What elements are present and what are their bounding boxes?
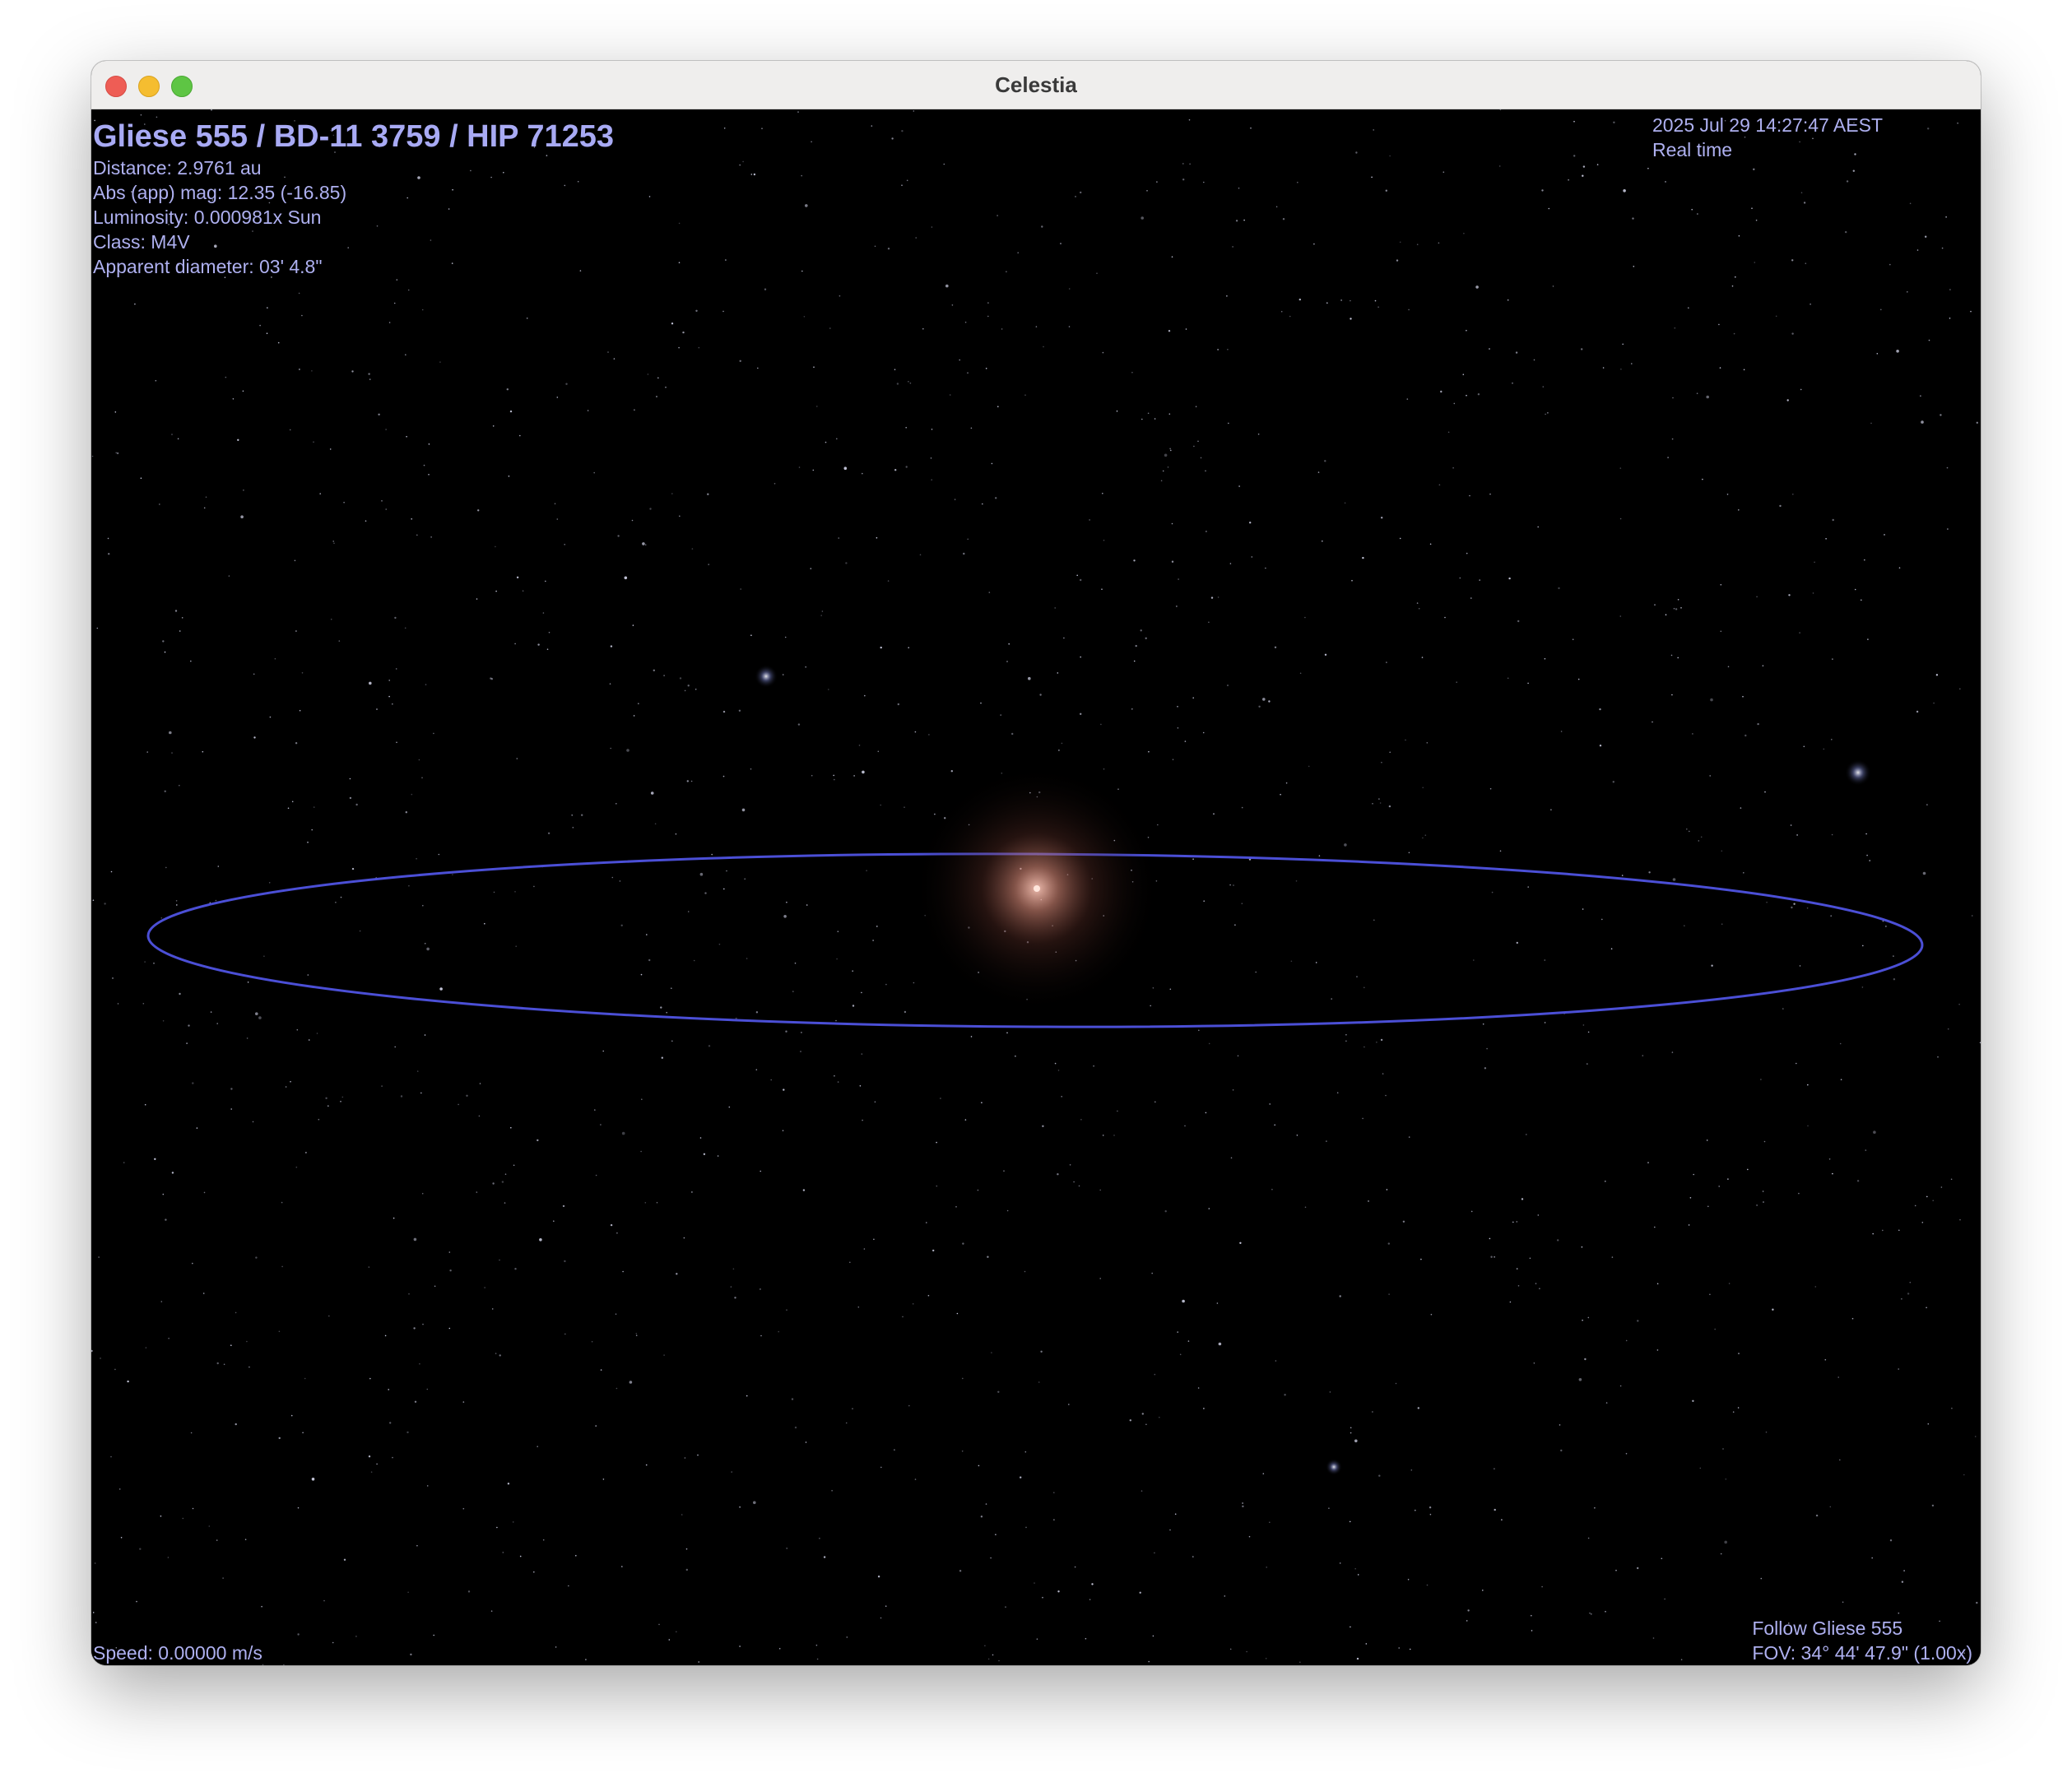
speed-readout: Speed: 0.00000 m/s — [93, 1642, 262, 1664]
star-gliese-555-core[interactable] — [1034, 885, 1040, 892]
luminosity-readout: Luminosity: 0.000981x Sun — [93, 207, 322, 228]
magnitude-readout: Abs (app) mag: 12.35 (-16.85) — [93, 182, 347, 203]
selected-object-name: Gliese 555 / BD-11 3759 / HIP 71253 — [93, 119, 615, 154]
distant-star-1 — [755, 665, 778, 688]
datetime-readout: 2025 Jul 29 14:27:47 AEST — [1652, 114, 1883, 136]
time-panel: 2025 Jul 29 14:27:47 AEST Real time — [1652, 113, 1883, 162]
follow-readout: Follow Gliese 555 — [1752, 1618, 1903, 1639]
celestia-window: Celestia Gliese 555 / BD-11 3759 / HIP 7… — [91, 61, 1981, 1665]
apparent-diameter-readout: Apparent diameter: 03' 4.8" — [93, 256, 323, 277]
distant-star-3 — [1326, 1459, 1342, 1475]
spectral-class-readout: Class: M4V — [93, 231, 190, 253]
view-status-panel: Follow Gliese 555 FOV: 34° 44' 47.9" (1.… — [1752, 1616, 1972, 1665]
title-bar[interactable]: Celestia — [91, 61, 1981, 109]
selection-info-panel: Gliese 555 / BD-11 3759 / HIP 71253 Dist… — [93, 118, 614, 279]
sky-viewport[interactable]: Gliese 555 / BD-11 3759 / HIP 71253 Dist… — [91, 109, 1981, 1665]
distant-star-2 — [1845, 759, 1871, 786]
distance-readout: Distance: 2.9761 au — [93, 157, 262, 179]
starfield-canvas[interactable] — [91, 109, 1981, 1665]
window-title: Celestia — [995, 72, 1077, 97]
fov-readout: FOV: 34° 44' 47.9" (1.00x) — [1752, 1642, 1972, 1664]
time-mode-readout: Real time — [1652, 139, 1733, 160]
